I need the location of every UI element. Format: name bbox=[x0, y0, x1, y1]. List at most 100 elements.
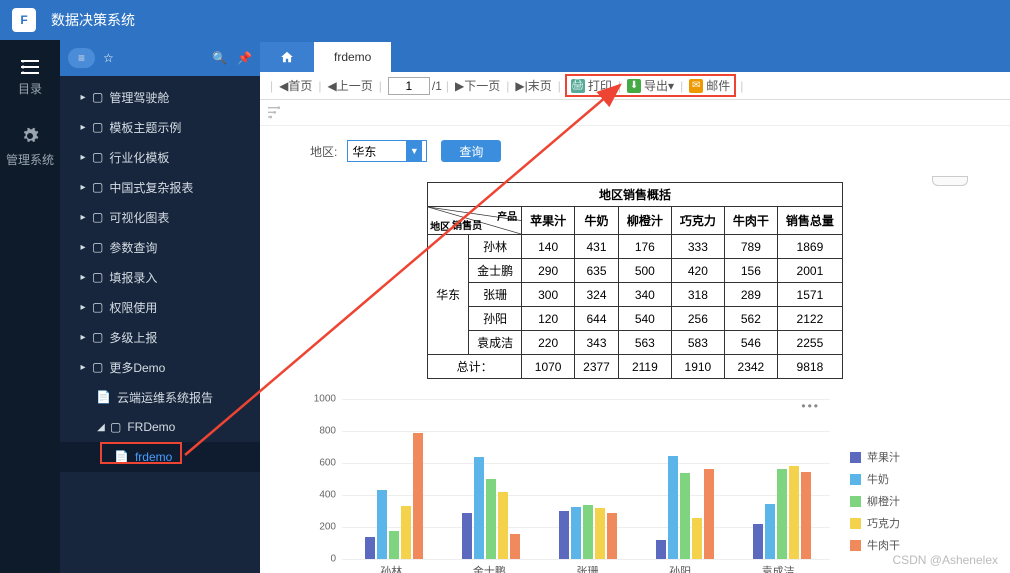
region-label: 地区: bbox=[310, 143, 337, 160]
tree-folder-frdemo[interactable]: ◢▢FRDemo bbox=[60, 412, 260, 442]
bar[interactable] bbox=[607, 513, 617, 559]
top-bar: F 数据决策系统 bbox=[0, 0, 1010, 40]
print-button[interactable]: 🖨打印 bbox=[569, 77, 614, 94]
prev-page-button[interactable]: ◀上一页 bbox=[326, 77, 375, 94]
tree-folder[interactable]: ▸▢填报录入 bbox=[60, 262, 260, 292]
tree-folder[interactable]: ▸▢可视化图表 bbox=[60, 202, 260, 232]
star-icon[interactable]: ☆ bbox=[103, 51, 114, 65]
bar-chart: ••• 02004006008001000孙林金士鹏张珊孙阳袁成洁 bbox=[310, 399, 830, 573]
rail-catalog[interactable]: 目录 bbox=[18, 60, 42, 97]
bar[interactable] bbox=[401, 506, 411, 559]
bar[interactable] bbox=[474, 457, 484, 559]
page-input[interactable] bbox=[388, 77, 430, 95]
bar[interactable] bbox=[571, 507, 581, 559]
chevron-down-icon: ▼ bbox=[406, 141, 422, 161]
bar[interactable] bbox=[486, 479, 496, 559]
bar[interactable] bbox=[765, 504, 775, 559]
bar[interactable] bbox=[510, 534, 520, 559]
bar[interactable] bbox=[462, 513, 472, 559]
tab-home[interactable] bbox=[260, 42, 314, 72]
tree-leaf[interactable]: 📄云端运维系统报告 bbox=[60, 382, 260, 412]
logo-icon: F bbox=[12, 8, 36, 32]
sub-toolbar bbox=[260, 100, 1010, 126]
mail-button[interactable]: ✉邮件 bbox=[687, 77, 732, 94]
bar[interactable] bbox=[704, 469, 714, 559]
x-label: 金士鹏 bbox=[473, 563, 506, 573]
report-body: 地区: 华东 ▼ 查询 地区销售概括产品销售员地区苹果汁牛奶柳橙汁巧克力牛肉干销… bbox=[260, 126, 1010, 573]
sidebar-toolbar: ≡ ☆ 🔍 📌 bbox=[60, 40, 260, 76]
bar[interactable] bbox=[389, 531, 399, 559]
x-label: 孙林 bbox=[380, 563, 402, 573]
x-label: 袁成洁 bbox=[762, 563, 795, 573]
tree: ▸▢管理驾驶舱▸▢模板主题示例▸▢行业化模板▸▢中国式复杂报表▸▢可视化图表▸▢… bbox=[60, 76, 260, 573]
first-page-button[interactable]: ◀首页 bbox=[277, 77, 314, 94]
bar[interactable] bbox=[413, 433, 423, 559]
tree-folder[interactable]: ▸▢模板主题示例 bbox=[60, 112, 260, 142]
home-icon bbox=[280, 50, 294, 64]
table-title: 地区销售概括 bbox=[428, 183, 843, 207]
bar[interactable] bbox=[365, 537, 375, 559]
tree-folder[interactable]: ▸▢更多Demo bbox=[60, 352, 260, 382]
tab-bar: frdemo bbox=[260, 40, 1010, 72]
legend: 苹果汁牛奶柳橙汁巧克力牛肉干 bbox=[850, 399, 900, 573]
tree-folder[interactable]: ▸▢中国式复杂报表 bbox=[60, 172, 260, 202]
bar[interactable] bbox=[559, 511, 569, 559]
chart-area: ••• 02004006008001000孙林金士鹏张珊孙阳袁成洁 苹果汁牛奶柳… bbox=[300, 399, 970, 573]
tree-folder[interactable]: ▸▢多级上报 bbox=[60, 322, 260, 352]
last-page-button[interactable]: ▶|末页 bbox=[513, 77, 553, 94]
pin-icon[interactable]: 📌 bbox=[237, 51, 252, 65]
tree-folder[interactable]: ▸▢参数查询 bbox=[60, 232, 260, 262]
export-button[interactable]: ⬇导出 ▾ bbox=[625, 77, 676, 94]
next-page-button[interactable]: ▶下一页 bbox=[453, 77, 502, 94]
content: frdemo | ◀首页 | ◀上一页 | /1 | ▶下一页 | ▶|末页 |… bbox=[260, 40, 1010, 573]
tree-folder[interactable]: ▸▢行业化模板 bbox=[60, 142, 260, 172]
list-icon bbox=[21, 60, 39, 74]
left-rail: 目录 管理系统 bbox=[0, 40, 60, 573]
region-select[interactable]: 华东 ▼ bbox=[347, 140, 427, 162]
legend-item[interactable]: 巧克力 bbox=[850, 515, 900, 531]
bar-group bbox=[559, 505, 617, 559]
bar[interactable] bbox=[668, 456, 678, 559]
settings-icon[interactable] bbox=[266, 105, 282, 121]
bar[interactable] bbox=[753, 524, 763, 559]
search-icon[interactable]: 🔍 bbox=[212, 51, 227, 65]
bar[interactable] bbox=[595, 508, 605, 559]
bar-group bbox=[753, 466, 811, 559]
tab-frdemo[interactable]: frdemo bbox=[314, 42, 391, 72]
x-label: 张珊 bbox=[576, 563, 598, 573]
scroll-handle[interactable] bbox=[932, 176, 968, 186]
watermark: CSDN @Ashenelex bbox=[892, 553, 998, 567]
rail-system[interactable]: 管理系统 bbox=[6, 127, 54, 168]
highlight-tree-item bbox=[100, 442, 182, 464]
report-toolbar: | ◀首页 | ◀上一页 | /1 | ▶下一页 | ▶|末页 | 🖨打印 | … bbox=[260, 72, 1010, 100]
bar[interactable] bbox=[377, 490, 387, 559]
bar[interactable] bbox=[656, 540, 666, 559]
bar[interactable] bbox=[680, 473, 690, 559]
legend-item[interactable]: 牛奶 bbox=[850, 471, 900, 487]
bar[interactable] bbox=[801, 472, 811, 559]
tree-folder[interactable]: ▸▢权限使用 bbox=[60, 292, 260, 322]
legend-item[interactable]: 苹果汁 bbox=[850, 449, 900, 465]
rail-catalog-label: 目录 bbox=[18, 80, 42, 97]
bar[interactable] bbox=[789, 466, 799, 559]
legend-item[interactable]: 柳橙汁 bbox=[850, 493, 900, 509]
region-value: 华东 bbox=[352, 143, 376, 160]
highlight-box: 🖨打印 | ⬇导出 ▾ | ✉邮件 bbox=[565, 74, 736, 97]
query-button[interactable]: 查询 bbox=[441, 140, 501, 162]
print-icon: 🖨 bbox=[571, 79, 585, 93]
bar-group bbox=[365, 433, 423, 559]
app-title: 数据决策系统 bbox=[51, 10, 135, 30]
x-label: 孙阳 bbox=[669, 563, 691, 573]
gear-icon bbox=[21, 127, 39, 145]
tree-folder[interactable]: ▸▢管理驾驶舱 bbox=[60, 82, 260, 112]
page-total: /1 bbox=[432, 79, 442, 93]
bar[interactable] bbox=[583, 505, 593, 559]
bar-group bbox=[656, 456, 714, 559]
bar[interactable] bbox=[692, 518, 702, 559]
mail-icon: ✉ bbox=[689, 79, 703, 93]
bar[interactable] bbox=[777, 469, 787, 559]
bar[interactable] bbox=[498, 492, 508, 559]
sidebar-list-icon[interactable]: ≡ bbox=[68, 48, 95, 68]
legend-item[interactable]: 牛肉干 bbox=[850, 537, 900, 553]
bar-group bbox=[462, 457, 520, 559]
